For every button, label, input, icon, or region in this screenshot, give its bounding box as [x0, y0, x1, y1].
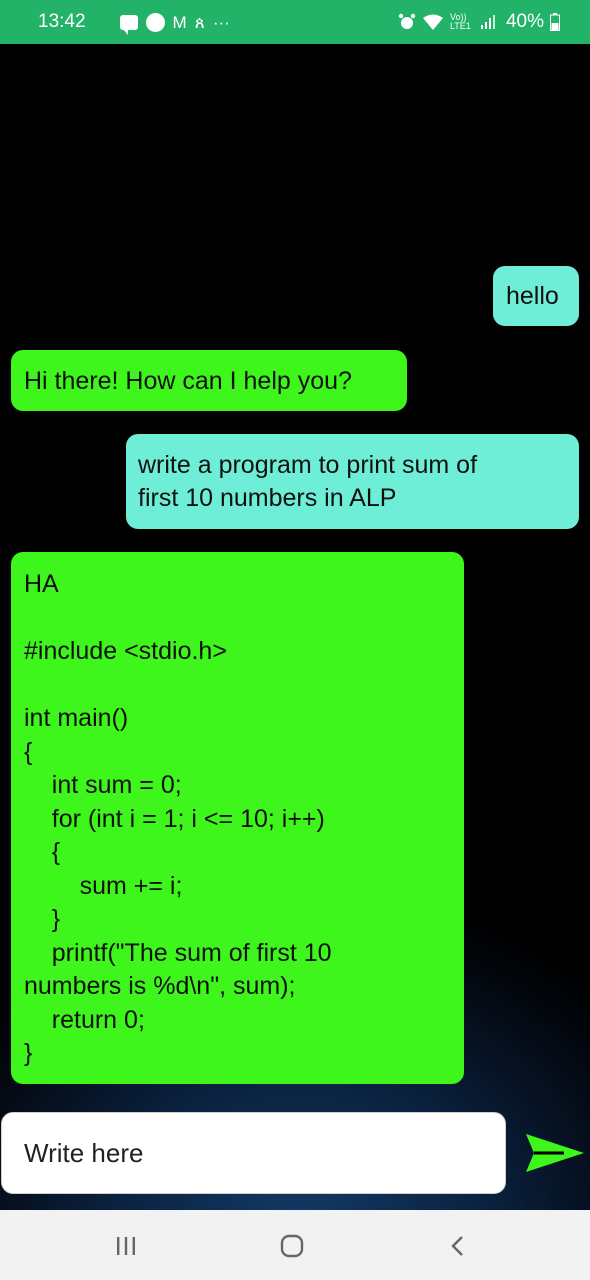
bot-message: Hi there! How can I help you?: [11, 350, 407, 411]
back-icon: [451, 1236, 463, 1256]
message-text: [24, 669, 464, 703]
message-text: return 0;: [24, 1005, 145, 1034]
user-message: write a program to print sum of first 10…: [126, 434, 579, 529]
more-icon: ···: [212, 12, 230, 32]
signal-icon: [480, 15, 495, 29]
message-text: int main(): [24, 704, 129, 732]
notification-icons: M ጰ ···: [119, 12, 230, 35]
alarm-icon: [398, 13, 416, 29]
message-text: numbers is %d\n", sum);: [24, 972, 296, 1000]
battery-icon: [550, 13, 560, 31]
recent-apps-icon: [117, 1237, 135, 1255]
back-button[interactable]: [438, 1228, 478, 1264]
message-text: sum += i;: [24, 871, 183, 900]
message-text: Hi there! How can I help you?: [24, 367, 352, 395]
message-text: {: [24, 737, 33, 766]
gmail-icon: M: [172, 12, 187, 32]
battery-level: 40%: [505, 11, 544, 32]
message-text: HA: [24, 570, 59, 598]
message-text: write a program to print sum of: [138, 451, 478, 479]
message-text: }: [24, 905, 61, 933]
message-input[interactable]: [24, 1137, 484, 1169]
message-text: hello: [506, 282, 559, 310]
wifi-icon: [422, 14, 443, 30]
app-icon: ጰ: [194, 12, 205, 32]
home-button[interactable]: [272, 1228, 312, 1264]
message-input-container[interactable]: [1, 1112, 506, 1194]
message-text: printf("The sum of first 10: [24, 938, 332, 967]
message-text: {: [24, 838, 61, 866]
chat-area[interactable]: hello Hi there! How can I help you? writ…: [0, 44, 590, 1210]
status-time: 13:42: [38, 11, 86, 32]
bot-message: HA #include <stdio.h> int main() { int s…: [11, 552, 464, 1084]
user-message: hello: [493, 266, 579, 326]
home-icon: [280, 1234, 304, 1258]
message-text: #include <stdio.h>: [24, 637, 227, 665]
status-bar: 13:42 M ጰ ··· Vo)) LTE1 40%: [0, 0, 590, 44]
message-text: for (int i = 1; i <= 10; i++): [24, 804, 325, 833]
network-label: Vo)) LTE1: [449, 12, 471, 31]
message-text: }: [24, 1039, 33, 1067]
send-arrow-icon: [526, 1134, 584, 1172]
system-icons: Vo)) LTE1 40%: [398, 11, 560, 33]
recent-apps-button[interactable]: [106, 1228, 146, 1264]
send-button[interactable]: [522, 1122, 588, 1184]
message-text: first 10 numbers in ALP: [138, 484, 397, 512]
whatsapp-icon: [145, 12, 165, 32]
message-icon: [119, 14, 138, 35]
navigation-bar: [0, 1210, 590, 1280]
message-text: [24, 602, 464, 636]
message-text: int sum = 0;: [24, 771, 182, 799]
